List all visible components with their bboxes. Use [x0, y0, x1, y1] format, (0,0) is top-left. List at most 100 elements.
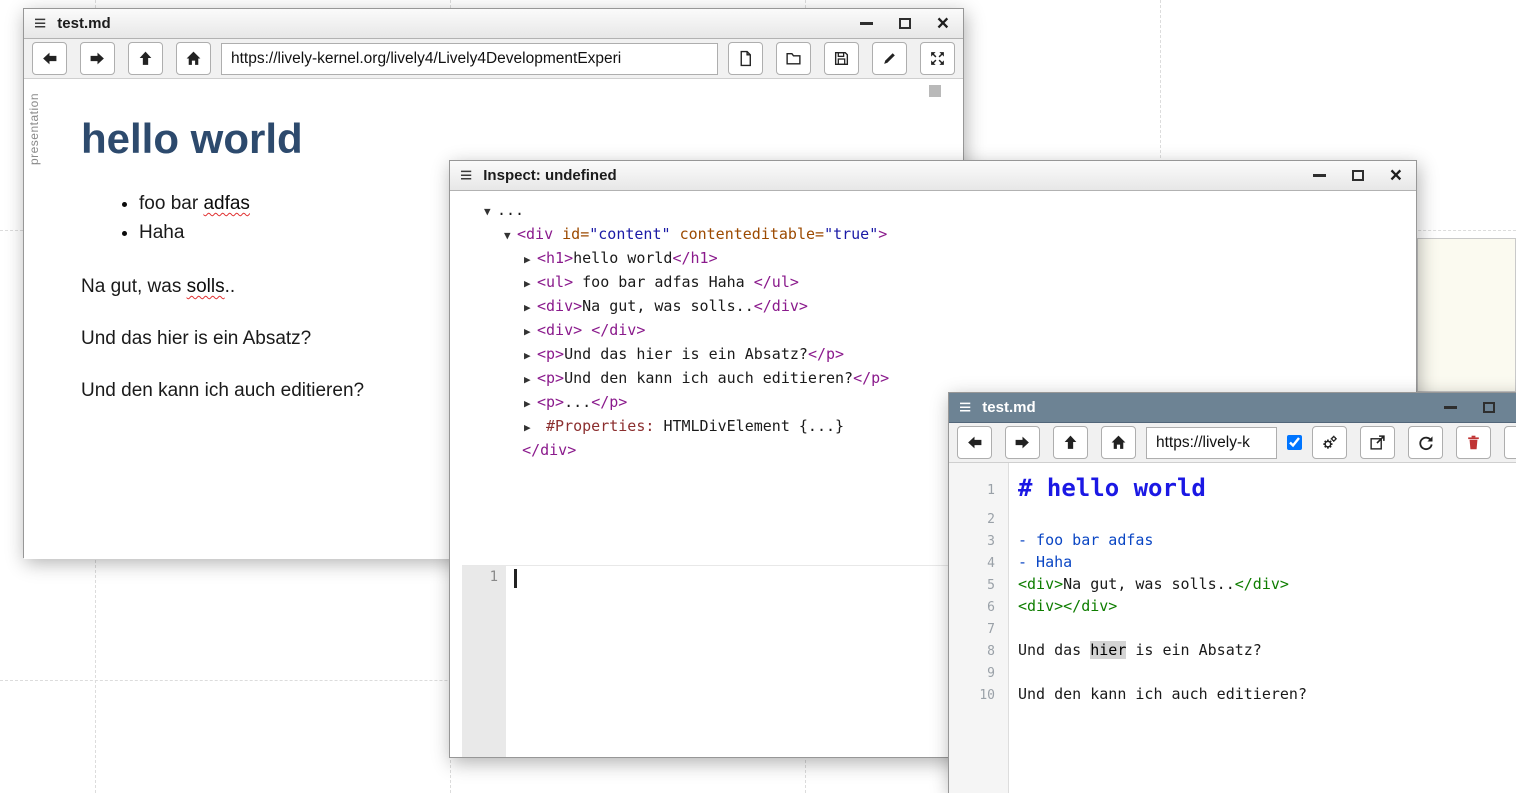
back-button[interactable] [957, 426, 992, 459]
editor-toolbar [949, 423, 1516, 463]
forward-button[interactable] [80, 42, 115, 75]
save-button[interactable] [824, 42, 859, 75]
code-line[interactable]: 2 [949, 508, 1516, 530]
text-segment: is ein Absatz? [1126, 641, 1261, 659]
text-segment: adfas [203, 193, 249, 214]
gears-icon [1321, 434, 1338, 451]
window-titlebar[interactable]: ≡ test.md × [24, 9, 963, 39]
up-button[interactable] [1053, 426, 1088, 459]
window-titlebar[interactable]: ≡ Inspect: undefined × [450, 161, 1416, 191]
text-segment: </p> [591, 393, 627, 411]
window-titlebar[interactable]: ≡ test.md × [949, 393, 1516, 423]
code-line[interactable]: 6 <div></div> [949, 596, 1516, 618]
background-panel [1417, 238, 1516, 392]
line-number: 1 [949, 471, 1009, 501]
folder-icon [785, 50, 802, 67]
text-segment: Und das [1018, 641, 1090, 659]
text-cursor [514, 569, 517, 588]
text-segment: foo bar [139, 193, 203, 214]
text-segment: Na gut, was solls.. [582, 297, 754, 315]
window-menu-icon[interactable]: ≡ [959, 397, 971, 418]
text-segment: <h1> [537, 249, 573, 267]
code-line[interactable]: 10Und den kann ich auch editieren? [949, 684, 1516, 706]
arrow-left-icon [966, 434, 983, 451]
line-number: 2 [949, 508, 1009, 530]
expand-button[interactable] [920, 42, 955, 75]
minimize-icon[interactable] [860, 22, 873, 25]
up-button[interactable] [128, 42, 163, 75]
minimize-icon[interactable] [1444, 406, 1457, 409]
open-folder-button[interactable] [776, 42, 811, 75]
line-number: 8 [949, 640, 1009, 662]
code-line[interactable]: 7 [949, 618, 1516, 640]
home-button[interactable] [1101, 426, 1136, 459]
text-segment: <div> [537, 297, 582, 315]
url-input[interactable] [1146, 427, 1277, 459]
forward-button[interactable] [1005, 426, 1040, 459]
line-number: 9 [949, 662, 1009, 684]
close-icon[interactable]: × [1390, 165, 1402, 186]
text-segment: <div> [1018, 575, 1063, 593]
code-line[interactable]: 9 [949, 662, 1516, 684]
text-segment: Und das hier is ein Absatz? [564, 345, 808, 363]
inspector-node[interactable]: ▼<div id="content" contenteditable="true… [450, 223, 1416, 247]
text-segment: <div></div> [1018, 597, 1117, 615]
text-segment: Und den kann ich auch editieren? [1018, 685, 1307, 703]
settings-button[interactable] [1312, 426, 1347, 459]
text-segment: </p> [853, 369, 889, 387]
inspector-node[interactable]: ▶<div>Na gut, was solls..</div> [450, 295, 1416, 319]
window-controls: × [860, 13, 953, 34]
text-segment [582, 321, 591, 339]
text-segment: Haha [139, 222, 184, 243]
url-input[interactable] [221, 43, 718, 75]
auto-update-checkbox[interactable] [1287, 435, 1302, 450]
code-content: Und den kann ich auch editieren? [1009, 684, 1307, 705]
inspector-node[interactable]: ▶<p>Und den kann ich auch editieren?</p> [450, 367, 1416, 391]
line-number-gutter: 1 [462, 566, 506, 757]
inspector-node[interactable]: ▶<div> </div> [450, 319, 1416, 343]
delete-button[interactable] [1456, 426, 1491, 459]
arrow-right-icon [89, 50, 106, 67]
line-number: 6 [949, 596, 1009, 618]
edit-button[interactable] [872, 42, 907, 75]
text-segment: # hello world [1018, 474, 1206, 502]
line-number: 4 [949, 552, 1009, 574]
code-line[interactable]: 3- foo bar adfas [949, 530, 1516, 552]
close-icon[interactable]: × [937, 13, 949, 34]
code-content: <div></div> [1009, 596, 1117, 617]
window-menu-icon[interactable]: ≡ [34, 13, 46, 34]
inspector-node[interactable]: ▶<p>Und das hier is ein Absatz?</p> [450, 343, 1416, 367]
code-lines: 1 # hello world 23- foo bar adfas4 - Haha 5<… [949, 463, 1516, 706]
text-segment: #Properties: [537, 417, 663, 435]
text-segment: > [878, 225, 887, 243]
inspector-node[interactable]: ▼... [450, 199, 1416, 223]
minimize-icon[interactable] [1313, 174, 1326, 177]
text-segment: hier [1090, 641, 1126, 659]
text-segment [671, 225, 680, 243]
maximize-icon[interactable] [1352, 170, 1364, 181]
inspector-node[interactable]: ▶<ul> foo bar adfas Haha </ul> [450, 271, 1416, 295]
text-segment: - Haha [1018, 553, 1072, 571]
code-line[interactable]: 8 Und das hier is ein Absatz? [949, 640, 1516, 662]
home-button[interactable] [176, 42, 211, 75]
resize-handle[interactable] [929, 85, 941, 97]
code-line[interactable]: 5<div>Na gut, was solls..</div> [949, 574, 1516, 596]
back-button[interactable] [32, 42, 67, 75]
arrow-up-icon [1062, 434, 1079, 451]
new-file-button[interactable] [1504, 426, 1516, 459]
pencil-icon [881, 50, 898, 67]
open-external-button[interactable] [1360, 426, 1395, 459]
window-menu-icon[interactable]: ≡ [460, 165, 472, 186]
code-line[interactable]: 4 - Haha [949, 552, 1516, 574]
text-segment: .. [225, 276, 236, 297]
new-file-button[interactable] [728, 42, 763, 75]
maximize-icon[interactable] [1483, 402, 1495, 413]
source-code-editor[interactable]: 1 # hello world 23- foo bar adfas4 - Haha 5<… [949, 463, 1516, 793]
text-segment: Und den kann ich auch editieren? [564, 369, 853, 387]
reload-button[interactable] [1408, 426, 1443, 459]
browser-toolbar [24, 39, 963, 79]
document-icon [737, 50, 754, 67]
maximize-icon[interactable] [899, 18, 911, 29]
code-line[interactable]: 1 # hello world [949, 471, 1516, 508]
inspector-node[interactable]: ▶<h1>hello world</h1> [450, 247, 1416, 271]
